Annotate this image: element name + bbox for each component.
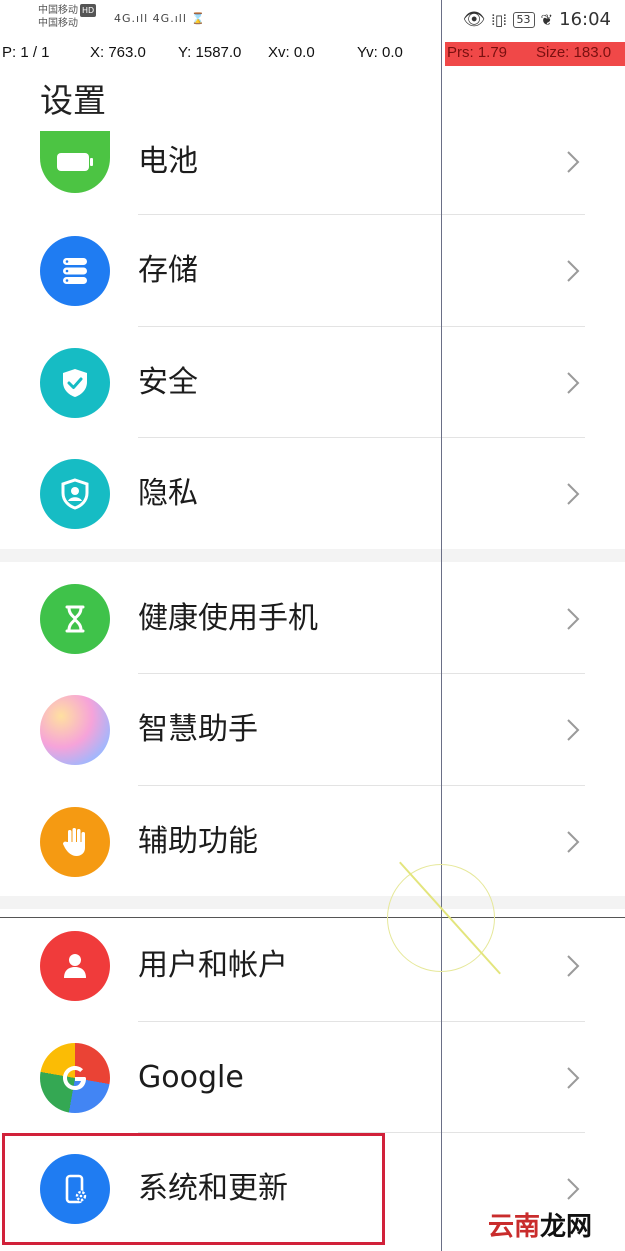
clock-time: 16:04: [559, 9, 611, 30]
settings-item-smart-assistant[interactable]: 智慧助手: [0, 674, 625, 785]
settings-item-google[interactable]: Google: [0, 1022, 625, 1133]
settings-item-privacy[interactable]: 隐私: [0, 438, 625, 549]
leaf-icon: ❦: [540, 10, 554, 29]
carrier-info: 中国移动 HD 中国移动: [38, 4, 97, 30]
pointer-size: Size: 183.0: [536, 44, 612, 61]
battery-icon: [40, 131, 110, 193]
watermark-logo: 云南龙网: [488, 1212, 593, 1242]
hand-icon: [40, 807, 110, 877]
chevron-right-icon: [567, 483, 580, 505]
settings-item-label: 健康使用手机: [138, 601, 318, 636]
storage-icon: [40, 236, 110, 306]
carrier-name-2: 中国移动: [38, 18, 78, 29]
privacy-icon: [40, 459, 110, 529]
chevron-right-icon: [567, 831, 580, 853]
settings-item-label: 安全: [138, 365, 198, 400]
status-bar: 中国移动 HD 中国移动 4G.ıll 4G.ıll ⌛ 👁 ⦙▯⦙ 53 ❦ 1…: [0, 0, 625, 40]
pointer-location-overlay: P: 1 / 1 X: 763.0 Y: 1587.0 Xv: 0.0 Yv: …: [0, 42, 625, 66]
google-icon: [40, 1043, 110, 1113]
signal-icons: 4G.ıll 4G.ıll ⌛: [114, 12, 207, 25]
pointer-crosshair-vertical: [441, 0, 442, 1251]
settings-item-label: 用户和帐户: [138, 948, 288, 983]
pointer-yv: Yv: 0.0: [357, 44, 403, 61]
settings-item-security[interactable]: 安全: [0, 327, 625, 438]
shield-check-icon: [40, 348, 110, 418]
section-gap: [0, 549, 625, 562]
settings-item-storage[interactable]: 存储: [0, 215, 625, 326]
chevron-right-icon: [567, 1178, 580, 1200]
settings-item-users-accounts[interactable]: 用户和帐户: [0, 910, 625, 1021]
eye-icon: 👁: [462, 9, 486, 30]
highlight-box: [2, 1133, 385, 1245]
chevron-right-icon: [567, 372, 580, 394]
battery-icon: 53: [512, 11, 535, 28]
chevron-right-icon: [567, 608, 580, 630]
chevron-right-icon: [567, 1067, 580, 1089]
chevron-right-icon: [567, 719, 580, 741]
hd-badge: HD: [80, 4, 97, 17]
section-gap: [0, 896, 625, 909]
settings-item-label: 智慧助手: [138, 712, 258, 747]
chevron-right-icon: [567, 955, 580, 977]
pointer-y: Y: 1587.0: [178, 44, 242, 61]
hourglass-icon: [40, 584, 110, 654]
settings-item-label: Google: [138, 1060, 244, 1095]
assistant-orb-icon: [40, 695, 110, 765]
settings-item-battery[interactable]: 电池: [0, 104, 625, 215]
user-icon: [40, 931, 110, 1001]
pointer-count: P: 1 / 1: [2, 44, 50, 61]
settings-item-accessibility[interactable]: 辅助功能: [0, 786, 625, 897]
carrier-name-1: 中国移动: [38, 5, 78, 16]
pointer-crosshair-horizontal: [0, 917, 625, 918]
status-right: 👁 ⦙▯⦙ 53 ❦ 16:04: [463, 9, 611, 30]
settings-item-digital-balance[interactable]: 健康使用手机: [0, 563, 625, 674]
pointer-xv: Xv: 0.0: [268, 44, 315, 61]
settings-item-label: 辅助功能: [138, 824, 258, 859]
settings-item-label: 存储: [138, 253, 198, 288]
pointer-pressure: Prs: 1.79: [447, 44, 508, 61]
settings-item-label: 电池: [138, 144, 198, 179]
pointer-x: X: 763.0: [90, 44, 146, 61]
settings-item-label: 隐私: [138, 476, 198, 511]
chevron-right-icon: [567, 151, 580, 173]
chevron-right-icon: [567, 260, 580, 282]
touch-indicator-circle: [387, 864, 495, 972]
vibrate-icon: ⦙▯⦙: [491, 10, 507, 29]
